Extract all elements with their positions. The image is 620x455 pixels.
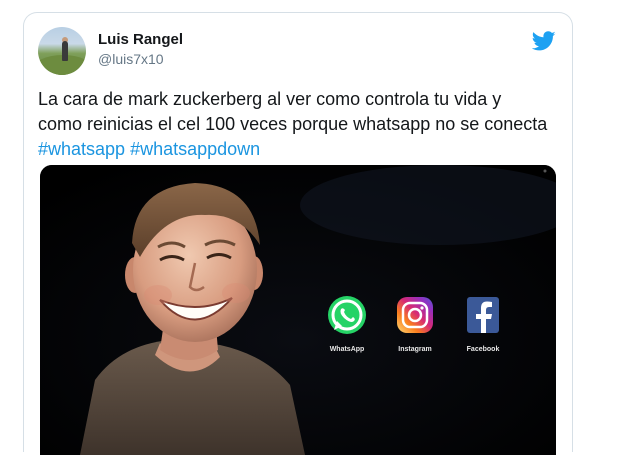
whatsapp-label: WhatsApp xyxy=(329,346,365,353)
tweet-card[interactable]: Luis Rangel @luis7x10 La cara de mark zu… xyxy=(23,12,573,455)
whatsapp-icon xyxy=(328,296,366,334)
instagram-logo: Instagram xyxy=(390,293,440,353)
app-logos: WhatsApp Instagram Facebook xyxy=(322,293,512,363)
author-name[interactable]: Luis Rangel xyxy=(98,31,183,48)
instagram-icon xyxy=(397,297,433,333)
image-more-icon[interactable] xyxy=(540,169,550,173)
tweet-body: La cara de mark zuckerberg al ver como c… xyxy=(38,89,548,134)
facebook-logo: Facebook xyxy=(458,293,508,353)
avatar[interactable] xyxy=(38,27,86,75)
facebook-icon xyxy=(467,297,499,333)
whatsapp-logo: WhatsApp xyxy=(322,293,372,353)
twitter-bird-icon[interactable] xyxy=(532,29,556,53)
hashtag-whatsappdown[interactable]: #whatsappdown xyxy=(130,139,260,159)
author-handle[interactable]: @luis7x10 xyxy=(98,51,164,67)
facebook-label: Facebook xyxy=(466,346,500,353)
tweet-text: La cara de mark zuckerberg al ver como c… xyxy=(38,87,548,162)
tweet-image[interactable]: WhatsApp Instagram Facebook xyxy=(40,165,556,455)
hashtag-whatsapp[interactable]: #whatsapp xyxy=(38,139,125,159)
instagram-label: Instagram xyxy=(398,346,432,353)
